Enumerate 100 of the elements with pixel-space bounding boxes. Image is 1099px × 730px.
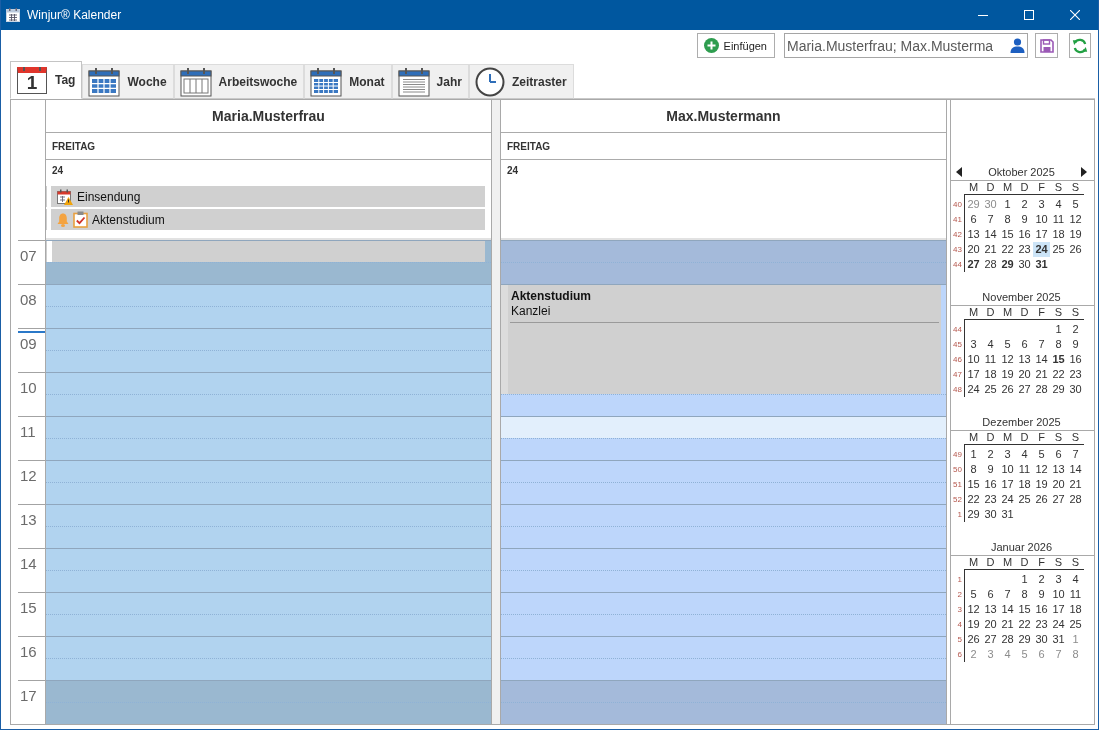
calendar-day[interactable]: 8 (999, 212, 1016, 227)
calendar-day[interactable]: 3 (999, 447, 1016, 462)
calendar-day[interactable]: 8 (965, 462, 982, 477)
calendar-day[interactable]: 2 (1016, 197, 1033, 212)
calendar-day[interactable]: 9 (982, 462, 999, 477)
calendar-day[interactable]: 8 (1016, 587, 1033, 602)
calendar-day[interactable]: 9 (1033, 587, 1050, 602)
calendar-day[interactable]: 28 (982, 257, 999, 272)
calendar-day[interactable]: 22 (999, 242, 1016, 257)
calendar-day[interactable]: 12 (965, 602, 982, 617)
calendar-day[interactable]: 13 (1016, 352, 1033, 367)
calendar-day[interactable]: 16 (1033, 602, 1050, 617)
calendar-day[interactable]: 19 (965, 617, 982, 632)
calendar-day[interactable]: 29 (965, 507, 982, 522)
calendar-day[interactable]: 17 (965, 367, 982, 382)
calendar-day[interactable]: 12 (1033, 462, 1050, 477)
calendar-day[interactable]: 12 (1067, 212, 1084, 227)
calendar-day[interactable]: 21 (1067, 477, 1084, 492)
calendar-day[interactable]: 25 (1050, 242, 1067, 257)
calendar-day[interactable]: 17 (1033, 227, 1050, 242)
calendar-day[interactable]: 2 (1033, 572, 1050, 587)
calendar-day[interactable]: 21 (1033, 367, 1050, 382)
calendar-day[interactable]: 3 (965, 337, 982, 352)
calendar-day[interactable]: 14 (999, 602, 1016, 617)
calendar-day[interactable]: 24 (965, 382, 982, 397)
save-button[interactable] (1035, 33, 1058, 58)
calendar-day[interactable]: 6 (1033, 647, 1050, 662)
time-slot[interactable] (501, 570, 946, 592)
tab[interactable]: Arbeitswoche (173, 64, 305, 99)
tab[interactable]: Jahr (391, 64, 469, 99)
calendar-day[interactable]: 10 (1033, 212, 1050, 227)
calendar-day[interactable]: 8 (1050, 337, 1067, 352)
time-slot[interactable] (501, 592, 946, 614)
calendar-day[interactable]: 23 (1016, 242, 1033, 257)
time-slot[interactable] (46, 306, 491, 328)
calendar-day[interactable]: 16 (1067, 352, 1084, 367)
time-slot[interactable] (46, 372, 491, 394)
calendar-day[interactable]: 4 (1016, 447, 1033, 462)
calendar-day[interactable]: 11 (1050, 212, 1067, 227)
calendar-day[interactable]: 12 (999, 352, 1016, 367)
calendar-day[interactable]: 14 (1067, 462, 1084, 477)
calendar-day[interactable]: 16 (982, 477, 999, 492)
time-slot[interactable] (46, 482, 491, 504)
calendar-day[interactable]: 2 (965, 647, 982, 662)
triangle-left-icon[interactable] (956, 167, 962, 177)
calendar-day[interactable]: 19 (999, 367, 1016, 382)
calendar-day[interactable]: 25 (1067, 617, 1084, 632)
calendar-day[interactable]: 27 (1016, 382, 1033, 397)
calendar-day[interactable]: 17 (999, 477, 1016, 492)
time-slot[interactable] (501, 548, 946, 570)
calendar-day[interactable]: 27 (1050, 492, 1067, 507)
refresh-button[interactable] (1069, 33, 1091, 58)
calendar-day[interactable]: 9 (1067, 337, 1084, 352)
time-slot[interactable] (46, 416, 491, 438)
calendar-day[interactable]: 31 (1050, 632, 1067, 647)
time-slot[interactable] (501, 526, 946, 548)
calendar-day[interactable]: 1 (1067, 632, 1084, 647)
calendar-day[interactable]: 1 (965, 447, 982, 462)
calendar-day[interactable]: 2 (982, 447, 999, 462)
calendar-day[interactable]: 20 (965, 242, 982, 257)
calendar-day[interactable]: 4 (1067, 572, 1084, 587)
calendar-day[interactable]: 24 (1033, 242, 1050, 257)
calendar-day[interactable]: 5 (1033, 447, 1050, 462)
calendar-day[interactable]: 7 (999, 587, 1016, 602)
calendar-day[interactable]: 26 (965, 632, 982, 647)
tab[interactable]: Monat (304, 64, 392, 99)
calendar-day[interactable]: 20 (1016, 367, 1033, 382)
calendar-day[interactable]: 6 (965, 212, 982, 227)
calendar-day[interactable]: 10 (965, 352, 982, 367)
calendar-day[interactable]: 15 (1016, 602, 1033, 617)
calendar-day[interactable]: 9 (1016, 212, 1033, 227)
calendar-day[interactable]: 15 (999, 227, 1016, 242)
time-slot[interactable] (501, 438, 946, 460)
calendar-day[interactable]: 26 (999, 382, 1016, 397)
calendar-day[interactable]: 1 (1016, 572, 1033, 587)
calendar-day[interactable]: 5 (1067, 197, 1084, 212)
calendar-day[interactable]: 18 (1016, 477, 1033, 492)
calendar-day[interactable]: 11 (982, 352, 999, 367)
time-slot[interactable] (501, 658, 946, 680)
calendar-day[interactable]: 3 (1050, 572, 1067, 587)
calendar-day[interactable]: 7 (982, 212, 999, 227)
resource-field[interactable]: Maria.Musterfrau; Max.Musterma (784, 33, 1028, 58)
time-slot[interactable] (501, 680, 946, 702)
calendar-day[interactable]: 22 (965, 492, 982, 507)
calendar-day[interactable]: 24 (999, 492, 1016, 507)
calendar-day[interactable]: 23 (982, 492, 999, 507)
calendar-day[interactable]: 3 (982, 647, 999, 662)
calendar-day[interactable]: 29 (965, 197, 982, 212)
time-slot[interactable] (46, 262, 491, 284)
calendar-day[interactable]: 24 (1050, 617, 1067, 632)
calendar-day[interactable]: 5 (1016, 647, 1033, 662)
calendar-day[interactable]: 4 (982, 337, 999, 352)
calendar-day[interactable]: 7 (1033, 337, 1050, 352)
time-slot[interactable] (46, 394, 491, 416)
selected-time-slot[interactable] (501, 416, 946, 438)
calendar-day[interactable]: 31 (999, 507, 1016, 522)
calendar-day[interactable]: 6 (1050, 447, 1067, 462)
time-slot[interactable] (46, 570, 491, 592)
calendar-day[interactable]: 18 (1050, 227, 1067, 242)
calendar-day[interactable]: 30 (1033, 632, 1050, 647)
